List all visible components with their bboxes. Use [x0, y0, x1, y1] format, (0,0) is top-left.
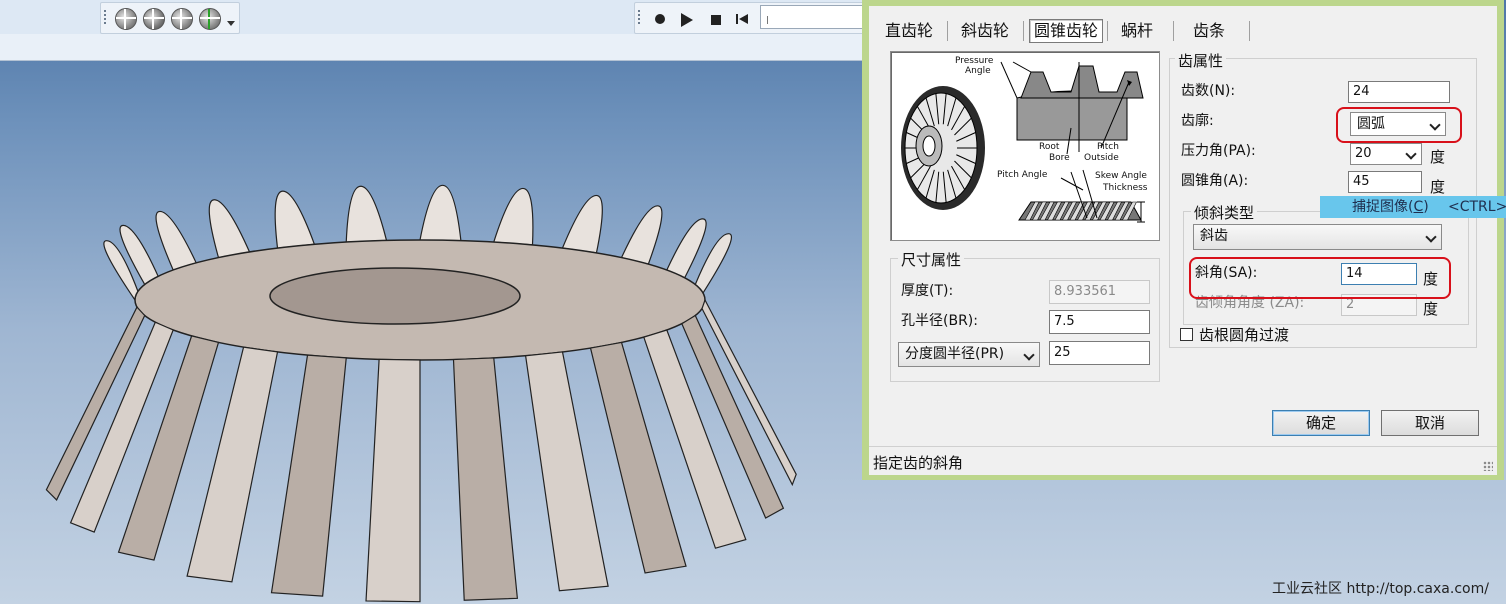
- tab-bevel-gear[interactable]: 圆锥齿轮: [1029, 19, 1104, 43]
- gear-tooth: [666, 218, 707, 279]
- chevron-down-icon: [1405, 148, 1417, 160]
- tab-rack[interactable]: 齿条: [1189, 18, 1229, 44]
- gear-tooth: [208, 199, 251, 259]
- skew-type-select[interactable]: 斜齿: [1193, 224, 1442, 250]
- gear-tooth: [419, 184, 462, 242]
- tooltip-label-text: 捕捉图像(: [1352, 199, 1414, 215]
- label-root: Root: [1039, 142, 1060, 152]
- root-fillet-checkbox[interactable]: [1180, 328, 1193, 341]
- dialog-client: 直齿轮 斜齿轮 圆锥齿轮 蜗杆 齿条 Pressure Angle Root P…: [869, 6, 1497, 475]
- lean-angle-unit: 度: [1423, 300, 1439, 318]
- label-pitch-angle: Pitch Angle: [997, 170, 1048, 180]
- thickness-input[interactable]: 8.933561: [1049, 280, 1150, 304]
- size-props-title: 尺寸属性: [898, 249, 965, 270]
- label-outside: Outside: [1084, 153, 1119, 163]
- gear-tooth: [365, 358, 421, 603]
- pitch-radius-input[interactable]: 25: [1049, 341, 1150, 365]
- label-pitch: Pitch: [1097, 142, 1119, 152]
- pressure-angle-label: 压力角(PA):: [1181, 143, 1256, 159]
- label-bore: Bore: [1049, 153, 1070, 163]
- cone-angle-label: 圆锥角(A):: [1181, 173, 1249, 189]
- bore-radius-label: 孔半径(BR):: [901, 313, 978, 329]
- skew-type-value: 斜齿: [1200, 228, 1228, 244]
- cancel-button[interactable]: 取消: [1381, 410, 1479, 436]
- pressure-angle-unit: 度: [1430, 148, 1446, 166]
- tooltip-accel: C: [1413, 199, 1424, 215]
- highlight-skew-angle: [1189, 257, 1451, 299]
- tooltip-label: 捕捉图像(C): [1352, 196, 1429, 218]
- gear-dialog: 直齿轮 斜齿轮 圆锥齿轮 蜗杆 齿条 Pressure Angle Root P…: [862, 0, 1504, 480]
- gear-tooth: [524, 351, 609, 592]
- tab-helical-gear[interactable]: 斜齿轮: [957, 18, 1013, 44]
- cone-angle-unit: 度: [1430, 178, 1446, 196]
- pressure-angle-value: 20: [1355, 146, 1372, 161]
- gear-bore: [269, 267, 521, 325]
- capture-image-tooltip[interactable]: 捕捉图像(C) <CTRL>: [1320, 196, 1506, 218]
- status-bar: 指定齿的斜角: [869, 446, 1497, 475]
- thickness-label: 厚度(T):: [901, 283, 954, 299]
- label-angle: Angle: [965, 66, 991, 76]
- chevron-down-icon: [1023, 349, 1035, 361]
- status-text: 指定齿的斜角: [873, 454, 964, 472]
- chevron-down-icon: [1425, 231, 1437, 243]
- gear-tooth: [345, 185, 388, 243]
- gear-tooth: [620, 205, 663, 265]
- watermark: 工业云社区 http://top.caxa.com/: [1272, 581, 1489, 597]
- pitch-radius-select-value: 分度圆半径(PR): [905, 346, 1005, 362]
- gear-side-view-icon: [901, 86, 985, 210]
- ok-button[interactable]: 确定: [1272, 410, 1370, 436]
- gear-tooth: [452, 357, 519, 601]
- bevel-gear-diagram: Pressure Angle Root Pitch Bore Outside P…: [890, 51, 1160, 241]
- pressure-angle-select[interactable]: 20: [1350, 143, 1422, 165]
- gear-tooth: [492, 187, 534, 246]
- root-fillet-label: 齿根圆角过渡: [1199, 326, 1290, 344]
- label-skew-angle: Skew Angle: [1095, 171, 1147, 181]
- gear-tooth: [155, 210, 198, 271]
- tooltip-label-end: ): [1423, 199, 1429, 215]
- gear-tooth: [561, 194, 603, 254]
- label-thickness: Thickness: [1103, 183, 1148, 193]
- tooth-profile-icon: [1000, 61, 1144, 155]
- cone-angle-input[interactable]: 45: [1348, 171, 1422, 193]
- tooth-count-label: 齿数(N):: [1181, 83, 1236, 99]
- tab-spur-gear[interactable]: 直齿轮: [881, 18, 937, 44]
- skew-type-title: 倾斜类型: [1191, 202, 1258, 223]
- bore-radius-input[interactable]: 7.5: [1049, 310, 1150, 334]
- bevel-gear-model[interactable]: [0, 0, 870, 604]
- gear-tooth: [274, 190, 316, 249]
- tooltip-shortcut: <CTRL>: [1448, 199, 1506, 215]
- tooth-props-title: 齿属性: [1175, 50, 1227, 71]
- highlight-profile: [1336, 107, 1462, 143]
- pitch-radius-select[interactable]: 分度圆半径(PR): [898, 342, 1040, 367]
- tooth-profile-label: 齿廓:: [1181, 113, 1214, 129]
- tooth-count-input[interactable]: 24: [1348, 81, 1450, 103]
- tab-worm[interactable]: 蜗杆: [1117, 18, 1157, 44]
- resize-grip-icon[interactable]: [1483, 461, 1493, 471]
- gear-tooth: [270, 354, 347, 597]
- label-pressure: Pressure: [955, 56, 994, 66]
